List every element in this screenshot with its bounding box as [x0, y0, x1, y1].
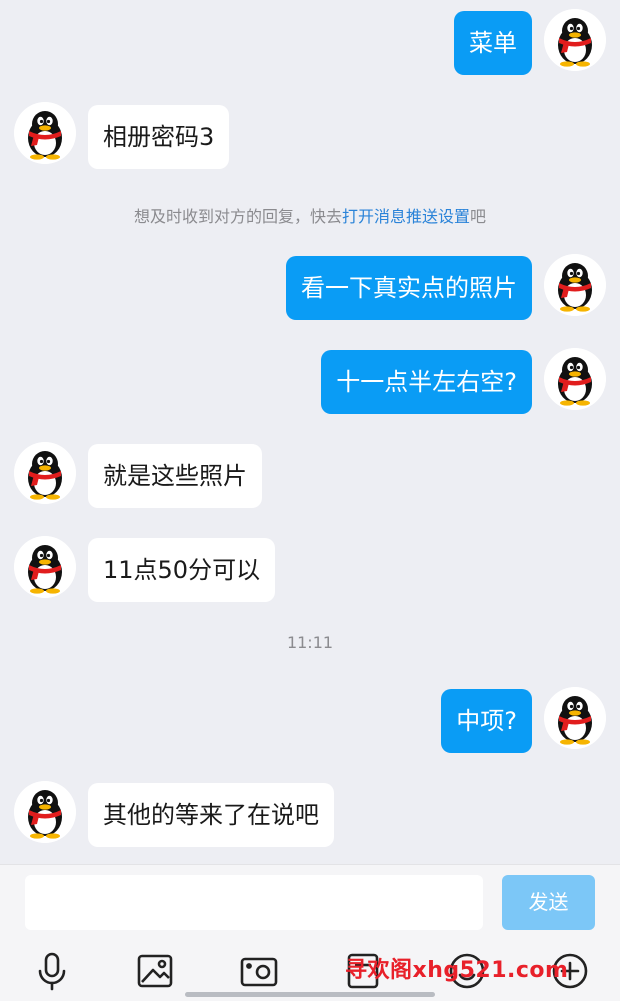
notice-suffix: 吧	[470, 207, 487, 226]
microphone-icon[interactable]	[30, 949, 74, 993]
message-bubble-received[interactable]: 就是这些照片	[88, 444, 262, 508]
message-bubble-received[interactable]: 其他的等来了在说吧	[88, 783, 334, 847]
image-icon[interactable]	[133, 949, 177, 993]
message-bubble-sent[interactable]: 菜单	[454, 11, 532, 75]
message-bubble-sent[interactable]: 中项?	[441, 689, 532, 753]
message-bubble-sent[interactable]: 十一点半左右空?	[321, 350, 532, 414]
message-bubble-received[interactable]: 11点50分可以	[88, 538, 276, 602]
my-avatar[interactable]	[544, 254, 606, 316]
camera-icon[interactable]	[237, 949, 281, 993]
push-settings-link[interactable]: 打开消息推送设置	[342, 207, 470, 226]
notice-text: 想及时收到对方的回复，快去	[133, 207, 342, 226]
home-indicator[interactable]	[185, 992, 435, 997]
contact-avatar[interactable]	[14, 442, 76, 504]
timestamp: 11:11	[286, 633, 334, 652]
contact-avatar[interactable]	[14, 781, 76, 843]
contact-avatar[interactable]	[14, 536, 76, 598]
send-button[interactable]: 发送	[502, 875, 595, 930]
message-bubble-received[interactable]: 相册密码3	[88, 105, 230, 169]
my-avatar[interactable]	[544, 687, 606, 749]
contact-avatar[interactable]	[14, 102, 76, 164]
message-input[interactable]	[25, 875, 483, 930]
watermark-text: 寻欢阁xhg521.com	[345, 958, 569, 983]
my-avatar[interactable]	[544, 9, 606, 71]
notification-notice: 想及时收到对方的回复，快去打开消息推送设置吧	[0, 203, 620, 227]
message-bubble-sent[interactable]: 看一下真实点的照片	[286, 256, 532, 320]
my-avatar[interactable]	[544, 348, 606, 410]
